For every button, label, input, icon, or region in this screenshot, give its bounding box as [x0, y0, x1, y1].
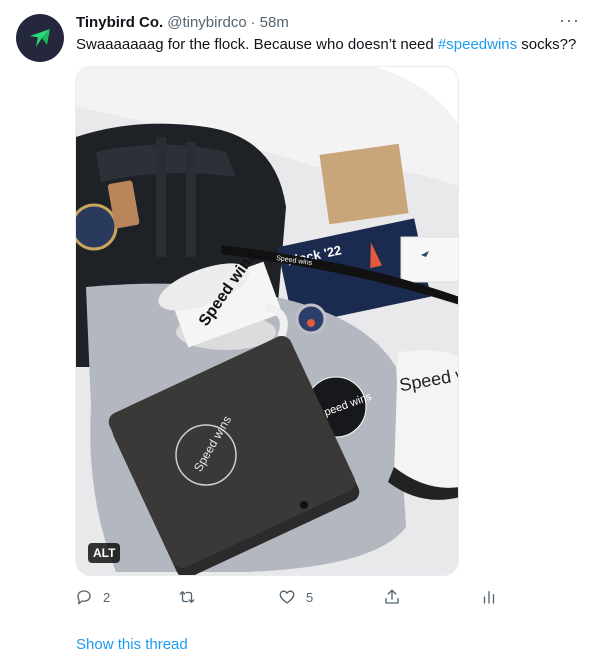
- analytics-icon: [483, 591, 495, 604]
- retweet-button[interactable]: [178, 588, 196, 606]
- share-button[interactable]: [383, 588, 401, 606]
- tweet-photo[interactable]: Flock '22 Speed wins Speed wins Speed wi…: [75, 66, 459, 576]
- swag-photo: Flock '22 Speed wins Speed wins Speed wi…: [76, 67, 458, 575]
- like-button[interactable]: 5: [278, 588, 313, 606]
- show-thread-link[interactable]: Show this thread: [76, 636, 188, 653]
- more-horizontal-icon[interactable]: ···: [559, 10, 580, 31]
- reply-button[interactable]: 2: [75, 588, 110, 606]
- separator: ·: [250, 13, 256, 31]
- hashtag-link[interactable]: #speedwins: [438, 36, 517, 53]
- tinybird-logo-icon: [30, 29, 50, 47]
- tweet-actions: 2 5: [75, 588, 505, 612]
- heart-icon: [279, 590, 295, 604]
- avatar[interactable]: [16, 14, 64, 62]
- author-handle[interactable]: @tinybirdco: [167, 14, 246, 31]
- tweet: Tinybird Co. @tinybirdco · 58m ··· Swaaa…: [0, 0, 598, 670]
- reply-icon: [77, 590, 91, 605]
- author-name[interactable]: Tinybird Co.: [76, 14, 163, 31]
- retweet-icon: [179, 591, 195, 603]
- reply-count: 2: [103, 589, 111, 605]
- tweet-text-part: socks??: [517, 36, 577, 53]
- timestamp[interactable]: 58m: [260, 14, 289, 31]
- tweet-text: Swaaaaaaag for the flock. Because who do…: [76, 35, 586, 55]
- tweet-text-part: Swaaaaaaag for the flock. Because who do…: [76, 36, 438, 53]
- alt-badge[interactable]: ALT: [88, 543, 121, 563]
- share-icon: [385, 589, 399, 604]
- analytics-button[interactable]: [480, 588, 498, 606]
- tweet-header: Tinybird Co. @tinybirdco · 58m: [76, 12, 582, 32]
- like-count: 5: [306, 589, 314, 605]
